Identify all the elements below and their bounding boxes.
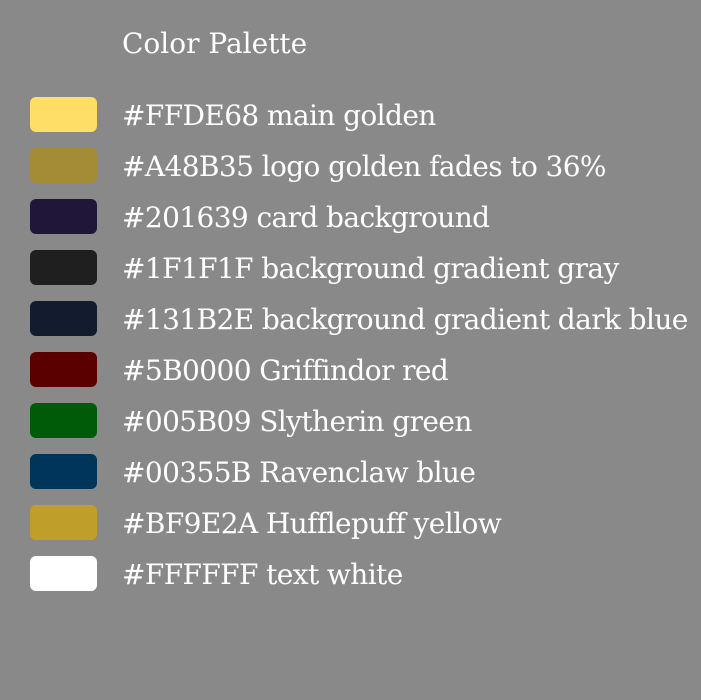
color-row-hufflepuff-yellow: #BF9E2A Hufflepuff yellow [0,504,701,555]
color-swatch [30,301,97,336]
color-row-card-background: #201639 card background [0,198,701,249]
color-swatch [30,403,97,438]
color-swatch [30,505,97,540]
color-swatch [30,250,97,285]
color-row-text-white: #FFFFFF text white [0,555,701,606]
color-row-gradient-dark-blue: #131B2E background gradient dark blue [0,300,701,351]
color-swatch [30,148,97,183]
color-swatch [30,352,97,387]
color-swatch [30,97,97,132]
color-swatch [30,556,97,591]
color-row-griffindor-red: #5B0000 Griffindor red [0,351,701,402]
color-list: #FFDE68 main golden #A48B35 logo golden … [0,96,701,606]
color-label: #1F1F1F background gradient gray [122,252,619,285]
color-row-main-golden: #FFDE68 main golden [0,96,701,147]
color-row-ravenclaw-blue: #00355B Ravenclaw blue [0,453,701,504]
color-swatch [30,454,97,489]
color-label: #201639 card background [122,201,490,234]
color-label: #00355B Ravenclaw blue [122,456,476,489]
color-label: #131B2E background gradient dark blue [122,303,688,336]
color-row-slytherin-green: #005B09 Slytherin green [0,402,701,453]
color-label: #5B0000 Griffindor red [122,354,449,387]
color-palette: Color Palette #FFDE68 main golden #A48B3… [0,0,701,700]
palette-title: Color Palette [122,27,308,60]
color-swatch [30,199,97,234]
color-row-gradient-gray: #1F1F1F background gradient gray [0,249,701,300]
color-label: #BF9E2A Hufflepuff yellow [122,507,502,540]
color-row-logo-golden: #A48B35 logo golden fades to 36% [0,147,701,198]
color-label: #005B09 Slytherin green [122,405,472,438]
color-label: #FFDE68 main golden [122,99,436,132]
color-label: #FFFFFF text white [122,558,403,591]
color-label: #A48B35 logo golden fades to 36% [122,150,607,183]
